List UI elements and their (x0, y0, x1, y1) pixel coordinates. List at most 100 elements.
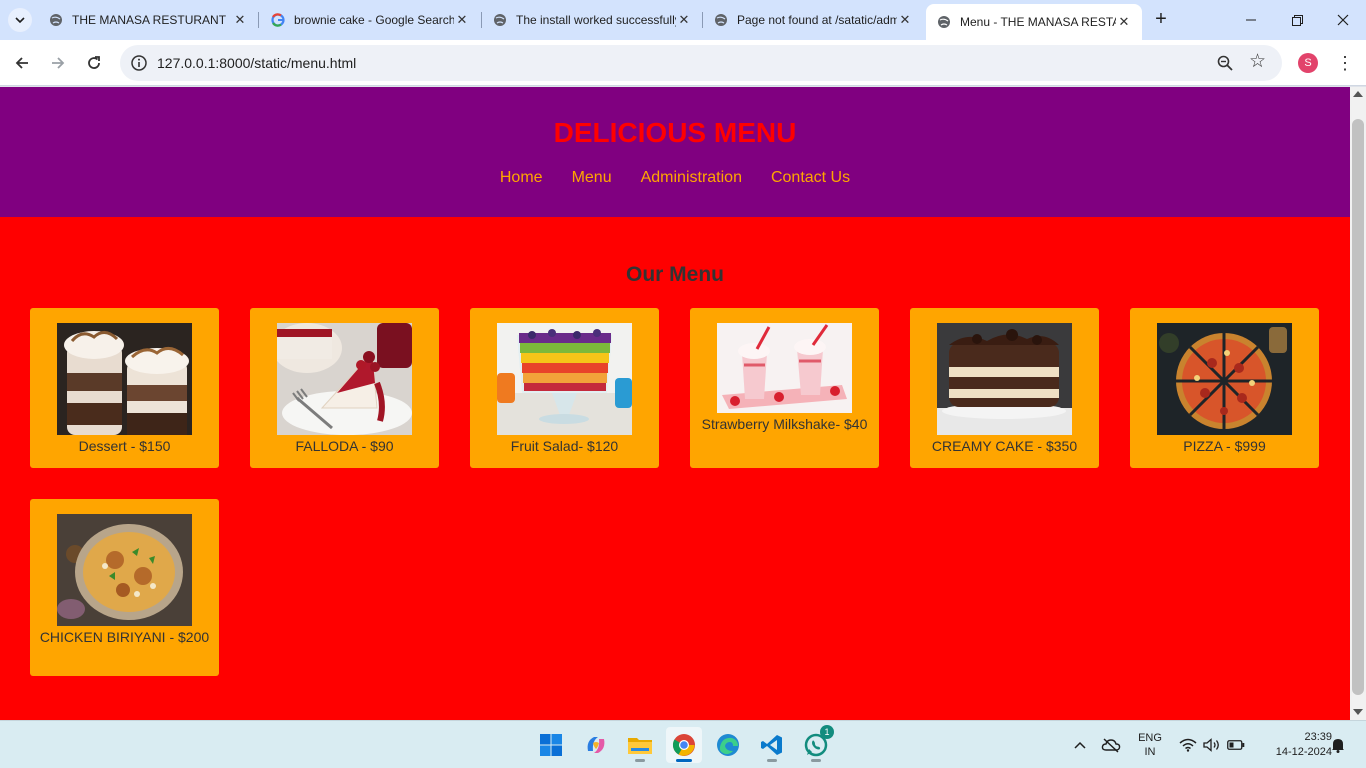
region-code: IN (1144, 746, 1156, 758)
tab-separator (258, 12, 259, 28)
back-button[interactable] (8, 49, 36, 77)
battery-button[interactable] (1226, 721, 1246, 768)
creamy-cake-photo (937, 323, 1072, 435)
copilot-icon (587, 737, 605, 753)
close-icon[interactable]: ✕ (897, 12, 913, 28)
globe-icon (48, 12, 64, 28)
tab-4[interactable]: Page not found at /satatic/admin ✕ (713, 6, 913, 34)
notifications-button[interactable] (1328, 721, 1348, 768)
bell-icon (1332, 739, 1344, 753)
restore-icon (1291, 14, 1303, 26)
tab-title: Menu - THE MANASA RESTAURANT (960, 15, 1116, 29)
menu-item-caption: Strawberry Milkshake- $40 (701, 416, 868, 432)
show-hidden-icons-button[interactable] (1070, 721, 1090, 768)
menu-item-card: FALLODA - $90 (250, 308, 439, 468)
scroll-up-arrow-icon[interactable] (1353, 91, 1363, 97)
menu-item-caption: PIZZA - $999 (1183, 438, 1266, 454)
taskbar-vscode[interactable] (754, 727, 790, 763)
new-tab-button[interactable]: + (1150, 9, 1172, 31)
taskbar-edge[interactable] (710, 727, 746, 763)
tab-title: brownie cake - Google Search (294, 13, 454, 27)
site-title: DELICIOUS MENU (553, 117, 797, 148)
strawberry-milkshake-photo (717, 323, 852, 413)
nav-link-home[interactable]: Home (500, 169, 543, 187)
chevron-down-icon (15, 17, 25, 24)
zoom-icon[interactable] (1216, 54, 1234, 72)
globe-icon (936, 14, 952, 30)
falloda-photo (277, 323, 412, 435)
taskbar-start-button[interactable] (533, 727, 569, 763)
menu-item-caption: Fruit Salad- $120 (510, 438, 619, 454)
close-icon[interactable]: ✕ (454, 12, 470, 28)
more-menu-icon[interactable]: ⋮ (1336, 51, 1354, 75)
globe-icon (713, 12, 729, 28)
taskbar-whatsapp[interactable]: 1 (798, 725, 834, 763)
close-icon[interactable]: ✕ (232, 12, 248, 28)
close-icon[interactable]: ✕ (676, 12, 692, 28)
address-bar[interactable]: 127.0.0.1:8000/static/menu.html ☆ (120, 45, 1282, 81)
tab-3[interactable]: The install worked successfully ✕ (492, 6, 692, 34)
fruit-salad-photo (497, 323, 632, 435)
running-indicator (767, 759, 777, 762)
chevron-up-icon (1074, 741, 1086, 749)
menu-item-caption: Dessert - $150 (78, 438, 171, 454)
menu-item-card: Dessert - $150 (30, 308, 219, 468)
nav-link-administration[interactable]: Administration (641, 169, 742, 187)
tab-5-active[interactable]: Menu - THE MANASA RESTAURANT ✕ (926, 4, 1142, 40)
running-indicator (811, 759, 821, 762)
cloud-offline-icon (1101, 738, 1121, 753)
page-viewport: DELICIOUS MENU Home Menu Administration … (0, 87, 1350, 720)
menu-item-caption: CREAMY CAKE - $350 (931, 438, 1078, 454)
bookmark-star-icon[interactable]: ☆ (1249, 52, 1266, 72)
close-icon (1337, 14, 1349, 26)
site-nav: Home Menu Administration Contact Us (0, 169, 1350, 187)
close-icon[interactable]: ✕ (1116, 14, 1132, 30)
active-indicator (676, 759, 692, 762)
taskbar-file-explorer[interactable] (622, 727, 658, 763)
tab-2[interactable]: brownie cake - Google Search ✕ (270, 6, 470, 34)
url-text[interactable]: 127.0.0.1:8000/static/menu.html (157, 55, 356, 71)
wifi-button[interactable] (1178, 721, 1198, 768)
arrow-left-icon (15, 57, 28, 69)
globe-icon (492, 12, 508, 28)
volume-button[interactable] (1202, 721, 1222, 768)
tab-search-button[interactable] (8, 8, 32, 32)
onedrive-offline-button[interactable] (1100, 721, 1122, 768)
taskbar-copilot[interactable] (578, 727, 614, 763)
input-language-indicator[interactable]: ENG IN (1136, 731, 1164, 759)
nav-link-contact-us[interactable]: Contact Us (771, 169, 850, 187)
windows-start-icon (540, 734, 562, 756)
forward-button[interactable] (44, 49, 72, 77)
close-window-button[interactable] (1320, 0, 1366, 40)
scroll-down-arrow-icon[interactable] (1353, 709, 1363, 715)
edge-icon (717, 734, 739, 756)
arrow-right-icon (52, 57, 65, 69)
running-indicator (635, 759, 645, 762)
system-clock[interactable]: 23:39 14-12-2024 (1252, 730, 1332, 760)
reload-button[interactable] (80, 49, 108, 77)
tab-strip: THE MANASA RESTURANT ✕ brownie cake - Go… (0, 0, 1366, 40)
menu-item-card: CHICKEN BIRIYANI - $200 (30, 499, 219, 676)
taskbar-chrome[interactable] (666, 727, 702, 763)
battery-icon (1227, 740, 1245, 750)
folder-icon (628, 738, 652, 754)
dessert-photo (57, 323, 192, 435)
speaker-icon (1203, 738, 1219, 752)
reload-icon (88, 56, 100, 69)
menu-item-card: Fruit Salad- $120 (470, 308, 659, 468)
scrollbar-thumb[interactable] (1352, 119, 1364, 695)
vertical-scrollbar[interactable] (1350, 87, 1366, 720)
restore-button[interactable] (1274, 0, 1320, 40)
vscode-icon (761, 735, 782, 755)
browser-toolbar: 127.0.0.1:8000/static/menu.html ☆ S ⋮ (0, 40, 1366, 86)
profile-avatar[interactable]: S (1298, 53, 1318, 73)
tab-1[interactable]: THE MANASA RESTURANT ✕ (48, 6, 248, 34)
chrome-icon (672, 734, 695, 756)
nav-link-menu[interactable]: Menu (572, 169, 612, 187)
site-info-icon[interactable] (130, 54, 148, 72)
minimize-button[interactable] (1228, 0, 1274, 40)
menu-item-card: CREAMY CAKE - $350 (910, 308, 1099, 468)
tab-separator (481, 12, 482, 28)
section-title: Our Menu (626, 263, 724, 286)
taskbar: 1 ENG IN 23:39 14-12-2024 (0, 720, 1366, 768)
